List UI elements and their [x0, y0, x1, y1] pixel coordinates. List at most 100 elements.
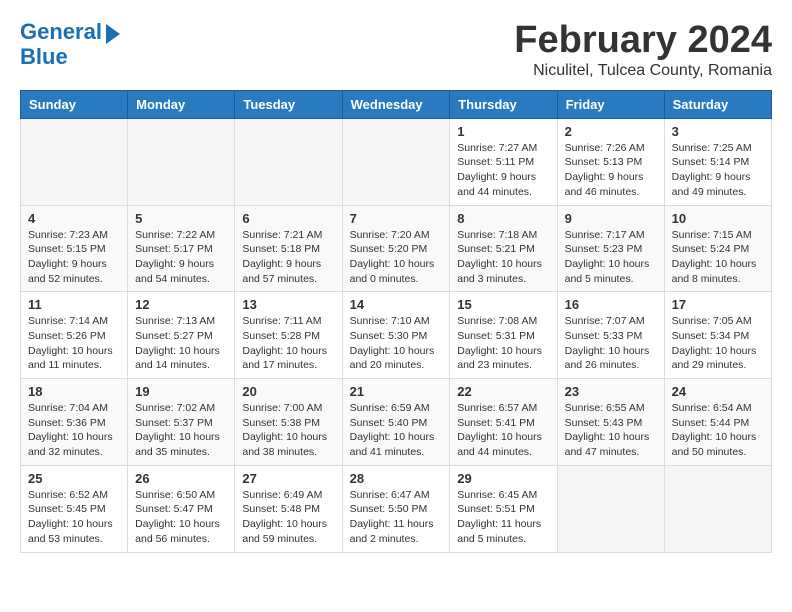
day-info: Sunrise: 7:10 AM Sunset: 5:30 PM Dayligh… — [350, 314, 443, 373]
day-info: Sunrise: 6:54 AM Sunset: 5:44 PM Dayligh… — [672, 401, 764, 460]
day-info: Sunrise: 7:18 AM Sunset: 5:21 PM Dayligh… — [457, 228, 549, 287]
weekday-header: Wednesday — [342, 90, 450, 118]
calendar-day-cell: 24 Sunrise: 6:54 AM Sunset: 5:44 PM Dayli… — [664, 379, 771, 466]
calendar-day-cell — [557, 465, 664, 552]
weekday-header: Monday — [128, 90, 235, 118]
day-number: 7 — [350, 211, 443, 226]
weekday-header: Sunday — [21, 90, 128, 118]
day-number: 26 — [135, 471, 227, 486]
calendar-day-cell: 19 Sunrise: 7:02 AM Sunset: 5:37 PM Dayli… — [128, 379, 235, 466]
calendar-day-cell: 12Sunrise: 7:13 AM Sunset: 5:27 PM Dayli… — [128, 292, 235, 379]
calendar-day-cell: 11 Sunrise: 7:14 AM Sunset: 5:26 PM Dayli… — [21, 292, 128, 379]
calendar-day-cell: 18 Sunrise: 7:04 AM Sunset: 5:36 PM Dayli… — [21, 379, 128, 466]
logo-text: General — [20, 20, 102, 44]
calendar-day-cell: 15 Sunrise: 7:08 AM Sunset: 5:31 PM Dayli… — [450, 292, 557, 379]
day-info: Sunrise: 6:55 AM Sunset: 5:43 PM Dayligh… — [565, 401, 657, 460]
calendar-day-cell — [235, 118, 342, 205]
calendar-day-cell: 8 Sunrise: 7:18 AM Sunset: 5:21 PM Daylig… — [450, 205, 557, 292]
day-info: Sunrise: 6:57 AM Sunset: 5:41 PM Dayligh… — [457, 401, 549, 460]
day-info: Sunrise: 6:45 AM Sunset: 5:51 PM Dayligh… — [457, 488, 549, 547]
logo-arrow-icon — [106, 24, 120, 44]
day-number: 17 — [672, 297, 764, 312]
day-number: 19 — [135, 384, 227, 399]
day-info: Sunrise: 7:22 AM Sunset: 5:17 PM Dayligh… — [135, 228, 227, 287]
calendar-day-cell: 14 Sunrise: 7:10 AM Sunset: 5:30 PM Dayli… — [342, 292, 450, 379]
day-number: 10 — [672, 211, 764, 226]
day-info: Sunrise: 7:04 AM Sunset: 5:36 PM Dayligh… — [28, 401, 120, 460]
calendar-day-cell: 3 Sunrise: 7:25 AM Sunset: 5:14 PM Daylig… — [664, 118, 771, 205]
calendar-day-cell: 1Sunrise: 7:27 AM Sunset: 5:11 PM Daylig… — [450, 118, 557, 205]
calendar-day-cell: 20 Sunrise: 7:00 AM Sunset: 5:38 PM Dayli… — [235, 379, 342, 466]
weekday-header: Friday — [557, 90, 664, 118]
logo-general: General — [20, 19, 102, 44]
day-number: 23 — [565, 384, 657, 399]
day-info: Sunrise: 6:50 AM Sunset: 5:47 PM Dayligh… — [135, 488, 227, 547]
day-number: 8 — [457, 211, 549, 226]
day-info: Sunrise: 6:52 AM Sunset: 5:45 PM Dayligh… — [28, 488, 120, 547]
calendar-day-cell: 2 Sunrise: 7:26 AM Sunset: 5:13 PM Daylig… — [557, 118, 664, 205]
calendar-day-cell: 9 Sunrise: 7:17 AM Sunset: 5:23 PM Daylig… — [557, 205, 664, 292]
day-number: 24 — [672, 384, 764, 399]
day-number: 29 — [457, 471, 549, 486]
day-info: Sunrise: 6:47 AM Sunset: 5:50 PM Dayligh… — [350, 488, 443, 547]
day-info: Sunrise: 7:00 AM Sunset: 5:38 PM Dayligh… — [242, 401, 334, 460]
day-info: Sunrise: 7:05 AM Sunset: 5:34 PM Dayligh… — [672, 314, 764, 373]
calendar-week-row: 25 Sunrise: 6:52 AM Sunset: 5:45 PM Dayli… — [21, 465, 772, 552]
calendar-day-cell: 7 Sunrise: 7:20 AM Sunset: 5:20 PM Daylig… — [342, 205, 450, 292]
day-number: 2 — [565, 124, 657, 139]
calendar-day-cell: 10Sunrise: 7:15 AM Sunset: 5:24 PM Dayli… — [664, 205, 771, 292]
day-info: Sunrise: 7:21 AM Sunset: 5:18 PM Dayligh… — [242, 228, 334, 287]
calendar-week-row: 4Sunrise: 7:23 AM Sunset: 5:15 PM Daylig… — [21, 205, 772, 292]
weekday-header: Saturday — [664, 90, 771, 118]
day-number: 28 — [350, 471, 443, 486]
calendar-day-cell: 6 Sunrise: 7:21 AM Sunset: 5:18 PM Daylig… — [235, 205, 342, 292]
day-number: 18 — [28, 384, 120, 399]
day-number: 14 — [350, 297, 443, 312]
calendar-day-cell: 23 Sunrise: 6:55 AM Sunset: 5:43 PM Dayli… — [557, 379, 664, 466]
day-info: Sunrise: 7:26 AM Sunset: 5:13 PM Dayligh… — [565, 141, 657, 200]
day-info: Sunrise: 7:02 AM Sunset: 5:37 PM Dayligh… — [135, 401, 227, 460]
calendar-day-cell — [664, 465, 771, 552]
day-number: 21 — [350, 384, 443, 399]
day-number: 6 — [242, 211, 334, 226]
calendar-week-row: 11 Sunrise: 7:14 AM Sunset: 5:26 PM Dayli… — [21, 292, 772, 379]
day-info: Sunrise: 7:23 AM Sunset: 5:15 PM Dayligh… — [28, 228, 120, 287]
calendar-day-cell: 4Sunrise: 7:23 AM Sunset: 5:15 PM Daylig… — [21, 205, 128, 292]
day-info: Sunrise: 7:20 AM Sunset: 5:20 PM Dayligh… — [350, 228, 443, 287]
day-number: 3 — [672, 124, 764, 139]
calendar-week-row: 18 Sunrise: 7:04 AM Sunset: 5:36 PM Dayli… — [21, 379, 772, 466]
page-header: General Blue February 2024 Niculitel, Tu… — [20, 20, 772, 80]
day-number: 25 — [28, 471, 120, 486]
logo-blue: Blue — [20, 44, 120, 70]
day-number: 15 — [457, 297, 549, 312]
calendar-day-cell: 27Sunrise: 6:49 AM Sunset: 5:48 PM Dayli… — [235, 465, 342, 552]
calendar-day-cell: 16Sunrise: 7:07 AM Sunset: 5:33 PM Dayli… — [557, 292, 664, 379]
day-number: 11 — [28, 297, 120, 312]
day-info: Sunrise: 7:27 AM Sunset: 5:11 PM Dayligh… — [457, 141, 549, 200]
calendar-day-cell: 17 Sunrise: 7:05 AM Sunset: 5:34 PM Dayli… — [664, 292, 771, 379]
weekday-header: Tuesday — [235, 90, 342, 118]
location-title: Niculitel, Tulcea County, Romania — [514, 62, 772, 80]
day-info: Sunrise: 6:59 AM Sunset: 5:40 PM Dayligh… — [350, 401, 443, 460]
day-number: 22 — [457, 384, 549, 399]
day-info: Sunrise: 7:17 AM Sunset: 5:23 PM Dayligh… — [565, 228, 657, 287]
day-number: 12 — [135, 297, 227, 312]
day-info: Sunrise: 7:25 AM Sunset: 5:14 PM Dayligh… — [672, 141, 764, 200]
day-number: 9 — [565, 211, 657, 226]
day-number: 20 — [242, 384, 334, 399]
day-number: 5 — [135, 211, 227, 226]
calendar-day-cell — [21, 118, 128, 205]
day-info: Sunrise: 7:14 AM Sunset: 5:26 PM Dayligh… — [28, 314, 120, 373]
calendar-day-cell: 22 Sunrise: 6:57 AM Sunset: 5:41 PM Dayli… — [450, 379, 557, 466]
calendar-day-cell — [342, 118, 450, 205]
logo: General Blue — [20, 20, 120, 70]
calendar-week-row: 1Sunrise: 7:27 AM Sunset: 5:11 PM Daylig… — [21, 118, 772, 205]
day-info: Sunrise: 7:08 AM Sunset: 5:31 PM Dayligh… — [457, 314, 549, 373]
calendar-day-cell: 29 Sunrise: 6:45 AM Sunset: 5:51 PM Dayli… — [450, 465, 557, 552]
calendar-day-cell: 25 Sunrise: 6:52 AM Sunset: 5:45 PM Dayli… — [21, 465, 128, 552]
day-info: Sunrise: 7:07 AM Sunset: 5:33 PM Dayligh… — [565, 314, 657, 373]
calendar-day-cell: 28 Sunrise: 6:47 AM Sunset: 5:50 PM Dayli… — [342, 465, 450, 552]
calendar-day-cell: 13Sunrise: 7:11 AM Sunset: 5:28 PM Dayli… — [235, 292, 342, 379]
calendar-day-cell: 21 Sunrise: 6:59 AM Sunset: 5:40 PM Dayli… — [342, 379, 450, 466]
weekday-header: Thursday — [450, 90, 557, 118]
